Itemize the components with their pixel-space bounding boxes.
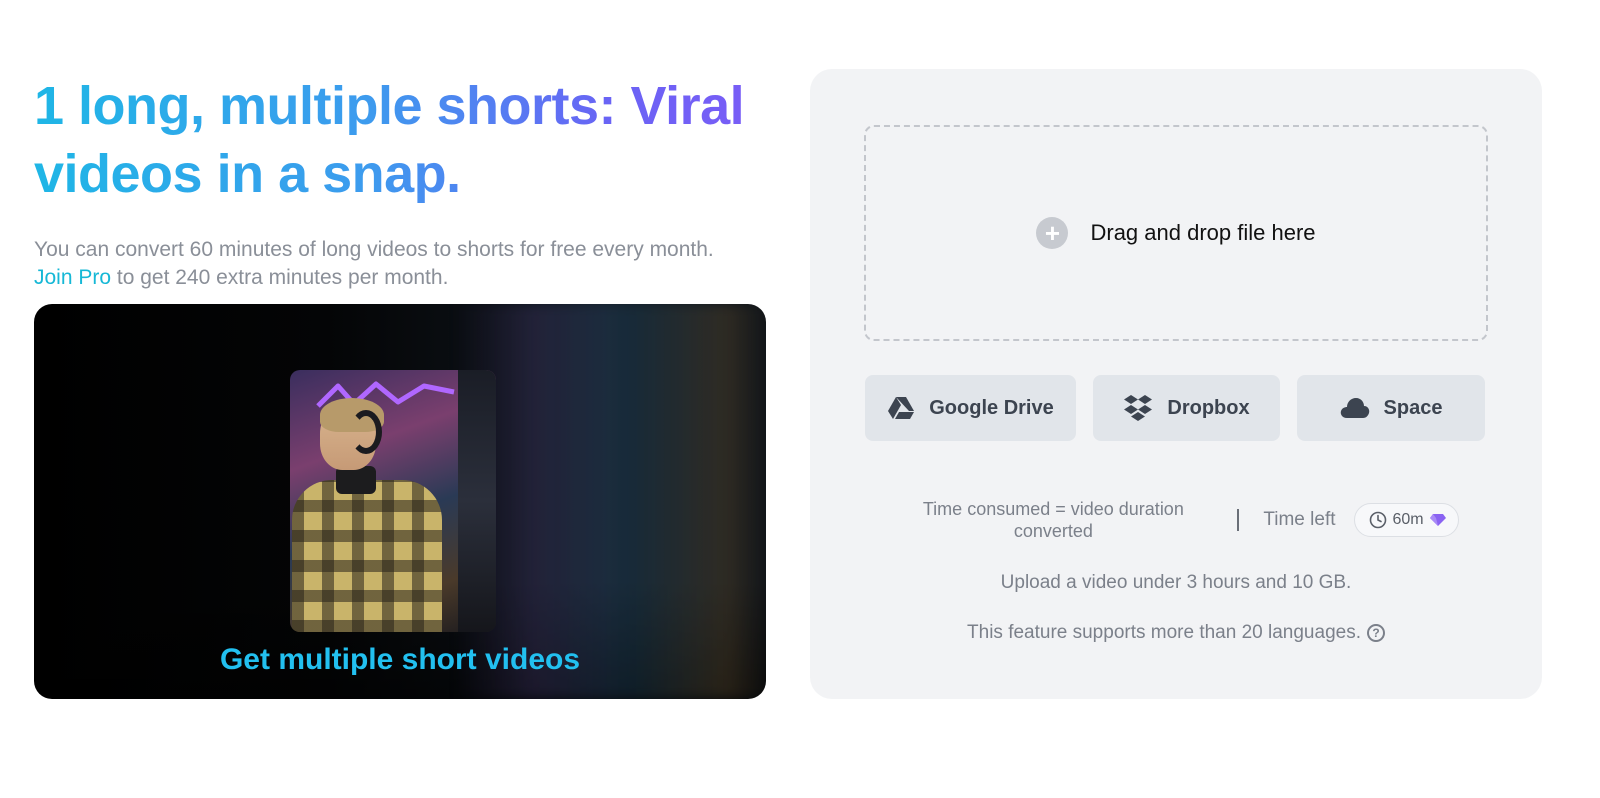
plus-icon: + <box>1036 217 1069 249</box>
hero-section: 1 long, multiple shorts: Viral videos in… <box>34 72 766 292</box>
dropbox-button[interactable]: Dropbox <box>1093 375 1280 441</box>
dropbox-label: Dropbox <box>1167 396 1250 419</box>
google-drive-label: Google Drive <box>929 396 1054 419</box>
google-drive-button[interactable]: Google Drive <box>865 375 1076 441</box>
subtitle-text-end: to get 240 extra minutes per month. <box>111 266 449 289</box>
subtitle-text-start: You can convert 60 minutes of long video… <box>34 238 714 261</box>
demo-preview: Get multiple short videos <box>34 304 766 699</box>
help-icon[interactable]: ? <box>1366 624 1385 642</box>
short-video-thumbnail <box>290 370 496 632</box>
person-collar <box>336 466 376 494</box>
languages-note-row: This feature supports more than 20 langu… <box>810 622 1542 644</box>
dropbox-icon <box>1124 395 1153 421</box>
join-pro-link[interactable]: Join Pro <box>34 266 111 289</box>
upload-info: Time consumed = video duration converted… <box>810 498 1542 644</box>
headset-icon <box>350 410 382 454</box>
upload-sources: Google Drive Dropbox Space <box>865 375 1485 441</box>
hero-subtitle: You can convert 60 minutes of long video… <box>34 236 734 292</box>
time-left-value: 60m <box>1392 511 1424 528</box>
background-light-haze <box>454 304 766 699</box>
languages-note: This feature supports more than 20 langu… <box>967 622 1361 643</box>
time-left-label: Time left <box>1263 509 1336 530</box>
dropzone-label: Drag and drop file here <box>1090 220 1316 245</box>
cloud-icon <box>1340 398 1369 418</box>
time-left-badge[interactable]: 60m <box>1353 503 1459 537</box>
file-dropzone[interactable]: + Drag and drop file here <box>864 125 1488 341</box>
space-button[interactable]: Space <box>1297 375 1485 441</box>
upload-limit-note: Upload a video under 3 hours and 10 GB. <box>1000 572 1352 593</box>
person-shirt <box>292 480 442 632</box>
clock-icon <box>1369 511 1386 529</box>
diamond-icon <box>1429 514 1446 526</box>
google-drive-icon <box>888 397 915 419</box>
time-row: Time consumed = video duration converted… <box>810 498 1542 542</box>
upload-panel: + Drag and drop file here Google Drive D… <box>810 69 1542 699</box>
preview-caption: Get multiple short videos <box>219 643 581 676</box>
time-consumed-text: Time consumed = video duration converted <box>922 499 1184 541</box>
divider <box>1237 509 1240 531</box>
page-title: 1 long, multiple shorts: Viral videos in… <box>34 72 774 208</box>
space-label: Space <box>1383 396 1443 419</box>
